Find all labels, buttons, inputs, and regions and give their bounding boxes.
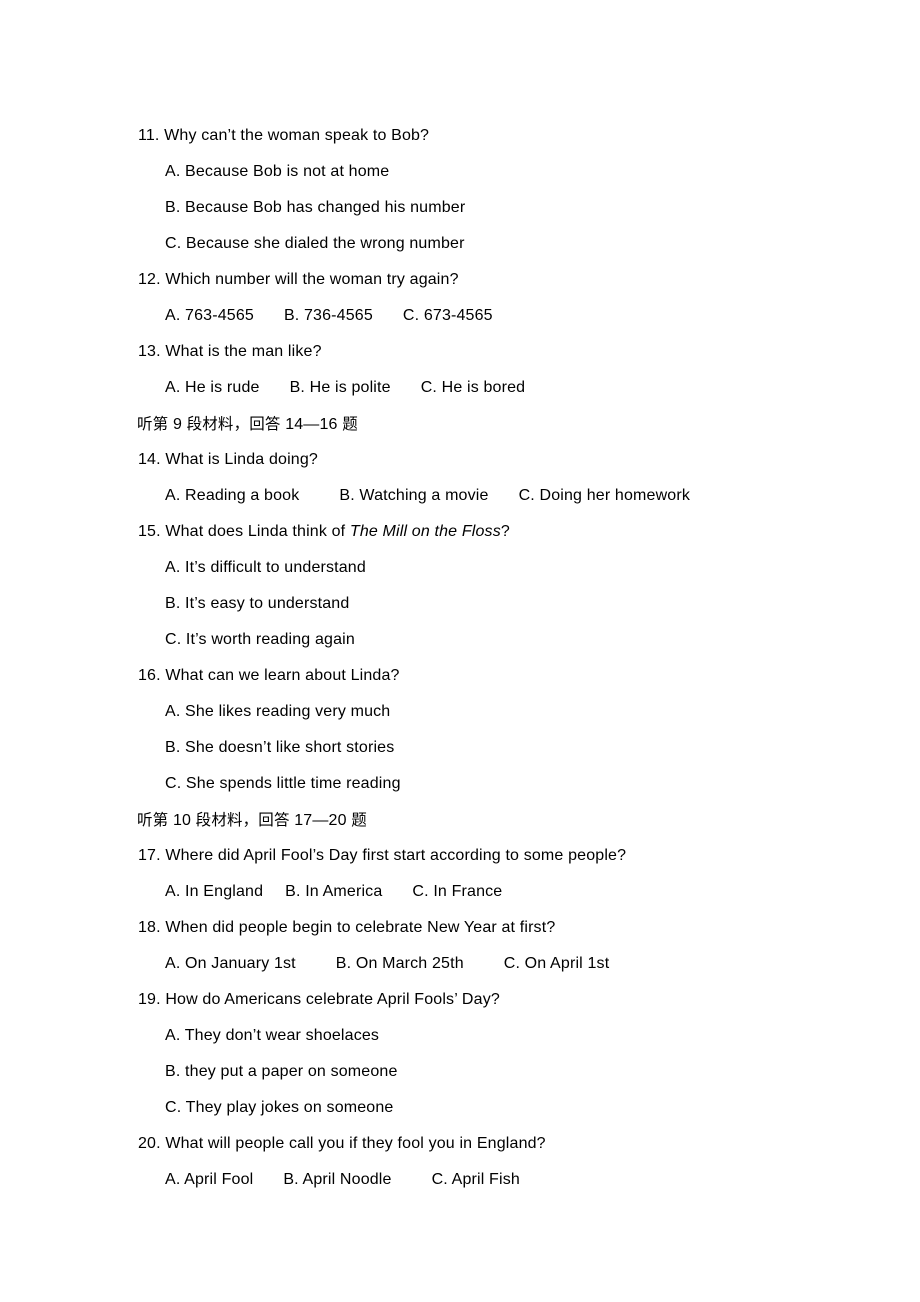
option-13-c: C. He is bored [420, 379, 526, 396]
section-heading-10-suffix: 题 [351, 811, 367, 829]
section-heading-9-suffix: 题 [342, 415, 358, 433]
section-heading-10: 听第 10 段材料，回答 17—20 题 [137, 802, 860, 838]
option-11-b: B. Because Bob has changed his number [165, 199, 466, 216]
option-20-a: A. April Fool [165, 1171, 254, 1188]
option-20-b: B. April Noodle [283, 1171, 392, 1188]
question-block-20: 20. What will people call you if they fo… [138, 1126, 860, 1198]
section-heading-10-middle: 段材料，回答 [195, 811, 290, 829]
option-13-b: B. He is polite [289, 379, 391, 396]
option-14-c: C. Doing her homework [518, 487, 690, 504]
option-12-a: A. 763-4565 [165, 307, 254, 324]
option-11-c: C. Because she dialed the wrong number [165, 235, 465, 252]
question-text-11: 11. Why can’t the woman speak to Bob? [138, 127, 430, 144]
option-13-a: A. He is rude [165, 379, 260, 396]
section-heading-9-material-number: 9 [172, 416, 182, 433]
option-row-17: A. In England B. In America C. In France [165, 874, 860, 910]
question-block-15: 15. What does Linda think of The Mill on… [138, 514, 860, 658]
section-heading-9: 听第 9 段材料，回答 14—16 题 [137, 406, 860, 442]
question-text-15: 15. What does Linda think of The Mill on… [138, 514, 860, 550]
section-heading-9-range: 14—16 [285, 416, 338, 433]
section-heading-10-range: 17—20 [294, 812, 347, 829]
option-row-13: A. He is rude B. He is polite C. He is bor… [165, 370, 860, 406]
option-12-c: C. 673-4565 [402, 307, 493, 324]
option-15-b: B. It’s easy to understand [165, 595, 350, 612]
section-heading-9-prefix: 听第 [137, 415, 169, 433]
question-text-14: 14. What is Linda doing? [138, 451, 318, 468]
question-block-13: 13. What is the man like? A. He is rude B… [138, 334, 860, 406]
option-15-a: A. It’s difficult to understand [165, 559, 366, 576]
option-18-c: C. On April 1st [503, 955, 610, 972]
option-16-b: B. She doesn’t like short stories [165, 739, 395, 756]
option-18-a: A. On January 1st [165, 955, 296, 972]
option-16-a: A. She likes reading very much [165, 703, 391, 720]
question-15-book-title: The Mill on the Floss [349, 523, 501, 540]
option-14-a: A. Reading a book [165, 487, 300, 504]
question-block-14: 14. What is Linda doing? A. Reading a bo… [138, 442, 860, 514]
question-text-16: 16. What can we learn about Linda? [138, 667, 400, 684]
question-15-text-after: ? [500, 523, 510, 540]
question-text-17: 17. Where did April Fool’s Day first sta… [138, 847, 627, 864]
option-17-b: B. In America [285, 883, 383, 900]
option-row-12: A. 763-4565 B. 736-4565 C. 673-4565 [165, 298, 860, 334]
option-row-18: A. On January 1st B. On March 25th C. On A… [165, 946, 860, 982]
question-block-18: 18. When did people begin to celebrate N… [138, 910, 860, 982]
option-row-20: A. April Fool B. April Noodle C. April Fis… [165, 1162, 860, 1198]
question-15-text-before: 15. What does Linda think of [138, 523, 350, 540]
document-page: 11. Why can’t the woman speak to Bob? A.… [0, 0, 920, 1302]
option-17-c: C. In France [412, 883, 503, 900]
question-block-12: 12. Which number will the woman try agai… [138, 262, 860, 334]
option-row-14: A. Reading a book B. Watching a movie C. D… [165, 478, 860, 514]
option-19-c: C. They play jokes on someone [165, 1099, 394, 1116]
question-block-17: 17. Where did April Fool’s Day first sta… [138, 838, 860, 910]
question-text-19: 19. How do Americans celebrate April Foo… [138, 991, 500, 1008]
option-19-b: B. they put a paper on someone [165, 1063, 398, 1080]
question-block-19: 19. How do Americans celebrate April Foo… [138, 982, 860, 1126]
option-17-a: A. In England [165, 883, 264, 900]
option-19-a: A. They don’t wear shoelaces [165, 1027, 380, 1044]
section-heading-10-material-number: 10 [172, 812, 192, 829]
section-heading-9-middle: 段材料，回答 [186, 415, 281, 433]
option-16-c: C. She spends little time reading [165, 775, 401, 792]
option-18-b: B. On March 25th [335, 955, 464, 972]
question-text-20: 20. What will people call you if they fo… [138, 1135, 546, 1152]
question-text-18: 18. When did people begin to celebrate N… [138, 919, 556, 936]
question-block-16: 16. What can we learn about Linda? A. Sh… [138, 658, 860, 802]
section-heading-10-prefix: 听第 [137, 811, 169, 829]
option-11-a: A. Because Bob is not at home [165, 163, 390, 180]
option-12-b: B. 736-4565 [283, 307, 373, 324]
option-14-b: B. Watching a movie [339, 487, 489, 504]
question-text-12: 12. Which number will the woman try agai… [138, 271, 459, 288]
question-block-11: 11. Why can’t the woman speak to Bob? A.… [138, 118, 860, 262]
question-text-13: 13. What is the man like? [138, 343, 322, 360]
option-15-c: C. It’s worth reading again [165, 631, 355, 648]
option-20-c: C. April Fish [431, 1171, 520, 1188]
